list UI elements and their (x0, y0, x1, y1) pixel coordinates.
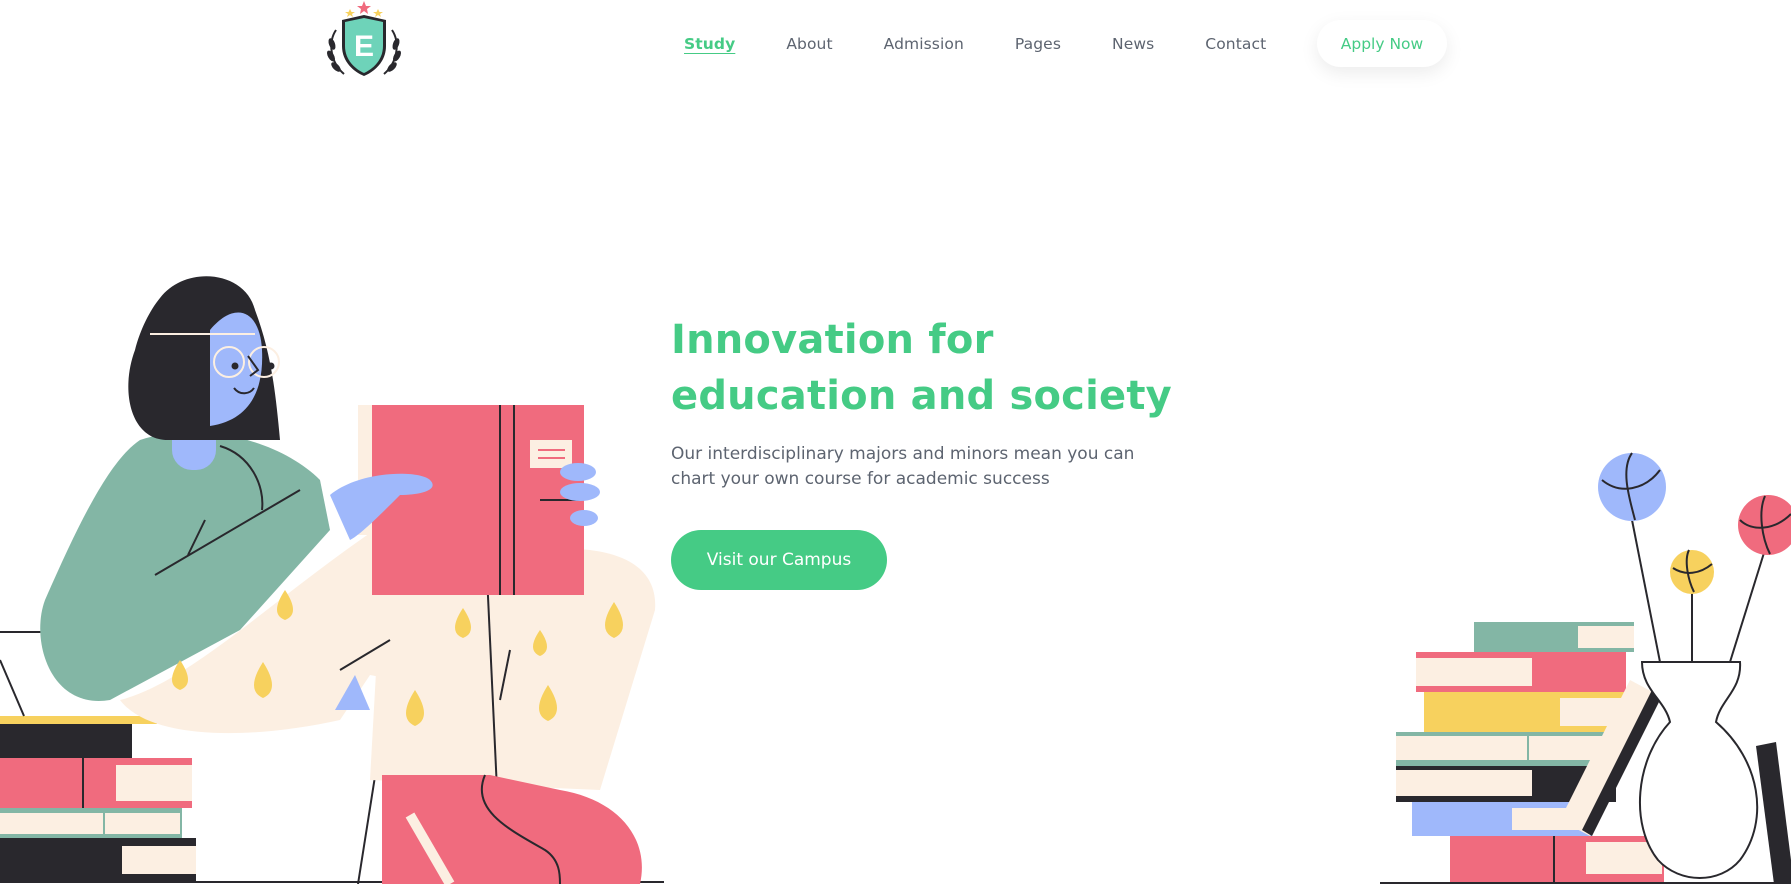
main-nav: Study About Admission Pages News Contact (684, 21, 1317, 67)
nav-item-study[interactable]: Study (684, 35, 735, 53)
hero-description-line-1: Our interdisciplinary majors and minors … (671, 444, 1135, 464)
hero-title-line-2: education and society (671, 373, 1172, 419)
nav-item-about[interactable]: About (786, 35, 832, 53)
visit-campus-button[interactable]: Visit our Campus (671, 530, 887, 590)
svg-text:E: E (354, 30, 374, 63)
reading-person-illustration (0, 270, 670, 884)
hero-description-line-2: chart your own course for academic succe… (671, 469, 1050, 489)
nav-item-contact[interactable]: Contact (1205, 35, 1266, 53)
nav-item-pages[interactable]: Pages (1015, 35, 1061, 53)
nav-item-admission[interactable]: Admission (884, 35, 964, 53)
site-logo[interactable]: E (322, 0, 406, 82)
hero-description: Our interdisciplinary majors and minors … (671, 442, 1191, 492)
nav-item-news[interactable]: News (1112, 35, 1154, 53)
hero-title-line-1: Innovation for (671, 317, 994, 363)
hero-title: Innovation for education and society (671, 312, 1231, 424)
shield-logo-icon: E (327, 1, 401, 76)
books-vase-illustration (1380, 440, 1791, 884)
apply-now-button[interactable]: Apply Now (1317, 20, 1447, 67)
